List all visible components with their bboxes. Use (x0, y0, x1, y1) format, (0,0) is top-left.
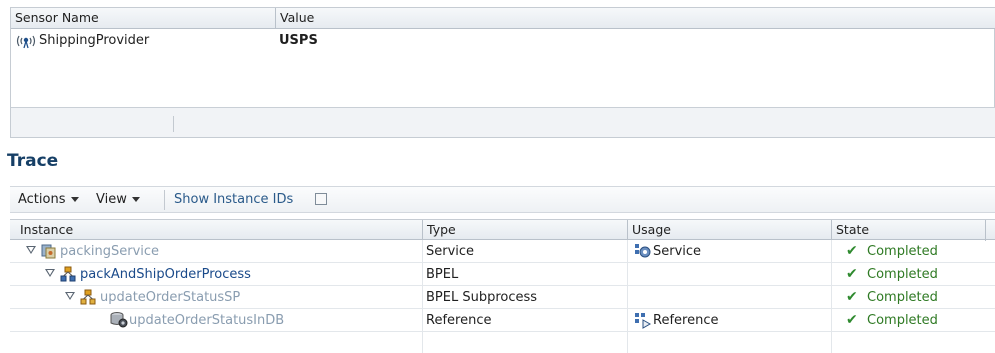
type-cell: BPEL (426, 267, 459, 282)
sensor-row[interactable]: ShippingProvider USPS (11, 29, 995, 53)
instance-link[interactable]: updateOrderStatusInDB (129, 313, 284, 328)
state-completed: Completed (867, 267, 938, 282)
usage-cell: Service (653, 244, 702, 259)
type-cell: BPEL Subprocess (426, 290, 538, 305)
instance-link[interactable]: packingService (60, 244, 159, 259)
trace-heading: Trace (7, 151, 59, 171)
reference-icon (635, 313, 652, 329)
sensor-value: USPS (279, 33, 318, 48)
service-gear-icon (635, 244, 651, 258)
db-adapter-icon (110, 312, 128, 328)
show-instance-ids-checkbox[interactable] (315, 193, 327, 205)
show-instance-ids-label[interactable]: Show Instance IDs (174, 192, 293, 207)
type-cell: Reference (426, 313, 492, 328)
state-completed: Completed (867, 290, 938, 305)
table-row[interactable]: packingService Service Service ✔ Complet… (10, 240, 995, 263)
sensor-table-header: Sensor Name Value (11, 8, 995, 29)
type-cell: Service (426, 244, 475, 259)
column-header-type[interactable]: Type (423, 220, 623, 240)
sensor-antenna-icon (16, 35, 36, 49)
column-header-usage[interactable]: Usage (628, 220, 828, 240)
bpel-subprocess-icon (80, 289, 96, 305)
expand-toggle-inner (28, 247, 34, 252)
actions-menu-label: Actions (18, 192, 66, 207)
column-divider[interactable] (985, 220, 986, 241)
trace-table-header: Instance Type Usage State (10, 219, 995, 241)
sensor-name: ShippingProvider (39, 33, 150, 48)
footer-divider (173, 116, 174, 132)
service-icon (41, 244, 56, 259)
actions-menu[interactable]: Actions (18, 192, 79, 207)
state-completed: Completed (867, 313, 938, 328)
state-completed: Completed (867, 244, 938, 259)
sensor-table: Sensor Name Value ShippingProvider USPS (10, 7, 995, 138)
chevron-down-icon (70, 197, 79, 202)
column-header-sensor-name[interactable]: Sensor Name (11, 8, 275, 28)
expand-toggle-inner (67, 293, 73, 298)
trace-table: Instance Type Usage State packingService… (10, 219, 995, 353)
toolbar-divider (164, 190, 165, 210)
sensor-table-footer (11, 107, 995, 137)
view-menu-label: View (96, 192, 127, 207)
bpel-process-icon (60, 266, 76, 282)
table-row[interactable]: updateOrderStatusSP BPEL Subprocess ✔ Co… (10, 286, 995, 309)
view-menu[interactable]: View (96, 192, 140, 207)
checkmark-icon: ✔ (846, 289, 858, 305)
checkmark-icon: ✔ (846, 312, 858, 328)
usage-cell: Reference (653, 313, 719, 328)
checkmark-icon: ✔ (846, 243, 858, 259)
table-row[interactable]: updateOrderStatusInDB Reference Referenc… (10, 309, 995, 332)
checkmark-icon: ✔ (846, 266, 858, 282)
table-row[interactable]: packAndShipOrderProcess BPEL ✔ Completed (10, 263, 995, 286)
chevron-down-icon (131, 197, 140, 202)
trace-toolbar: Actions View Show Instance IDs (10, 186, 995, 213)
column-header-state[interactable]: State (832, 220, 982, 240)
instance-link[interactable]: updateOrderStatusSP (100, 290, 240, 305)
column-header-value[interactable]: Value (276, 8, 676, 28)
instance-link[interactable]: packAndShipOrderProcess (80, 267, 251, 282)
column-header-instance[interactable]: Instance (16, 220, 420, 240)
expand-toggle-inner (47, 270, 53, 275)
